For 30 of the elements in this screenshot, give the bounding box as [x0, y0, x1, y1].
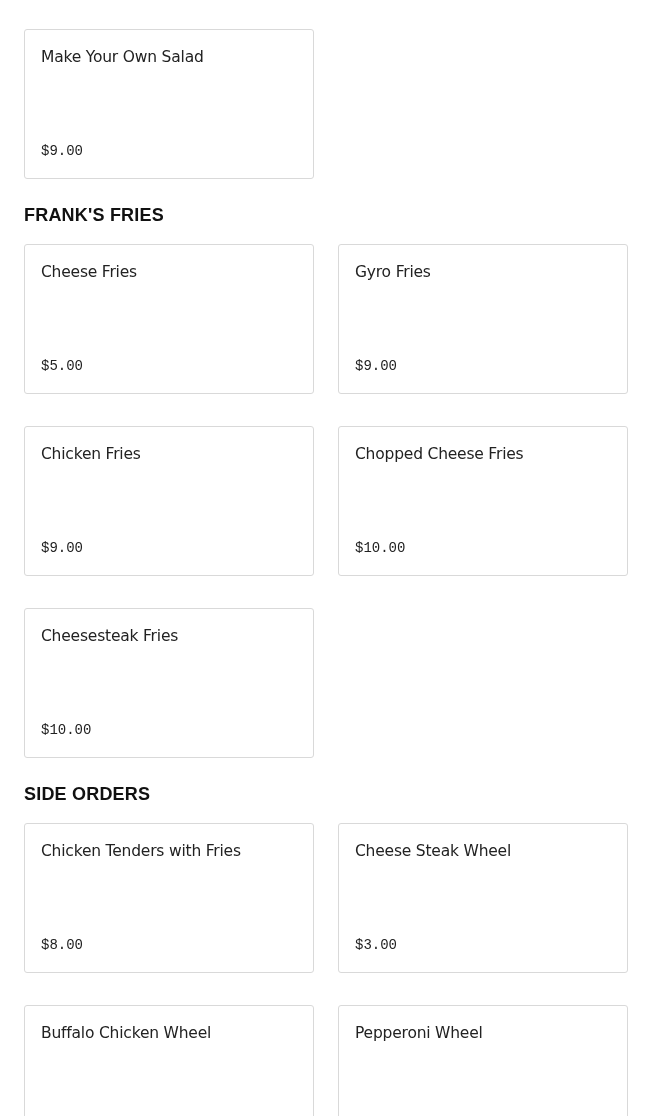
item-price: $10.00 — [41, 722, 93, 738]
menu-item-card[interactable]: Buffalo Chicken Wheel — [24, 1005, 314, 1116]
menu-item-card[interactable]: Make Your Own Salad $9.00 — [24, 29, 314, 179]
item-name: Pepperoni Wheel — [355, 1024, 484, 1042]
item-price: $3.00 — [355, 937, 398, 953]
menu-item-card[interactable]: Chicken Fries $9.00 — [24, 426, 314, 576]
item-price: $10.00 — [355, 540, 407, 556]
item-name: Chicken Tenders with Fries — [41, 842, 242, 860]
item-name: Chopped Cheese Fries — [355, 445, 525, 463]
item-name: Cheese Fries — [41, 263, 138, 281]
menu-item-card[interactable]: Cheese Fries $5.00 — [24, 244, 314, 394]
item-name: Chicken Fries — [41, 445, 142, 463]
menu-item-card[interactable]: Cheese Steak Wheel $3.00 — [338, 823, 628, 973]
item-price: $9.00 — [41, 540, 84, 556]
item-name: Cheesesteak Fries — [41, 627, 180, 645]
menu-item-card[interactable]: Cheesesteak Fries $10.00 — [24, 608, 314, 758]
item-price: $9.00 — [41, 143, 84, 159]
item-name: Gyro Fries — [355, 263, 432, 281]
section-heading: FRANK'S FRIES — [24, 205, 165, 226]
item-name: Cheese Steak Wheel — [355, 842, 513, 860]
item-price: $5.00 — [41, 358, 84, 374]
menu-item-card[interactable]: Pepperoni Wheel — [338, 1005, 628, 1116]
item-name: Make Your Own Salad — [41, 48, 205, 66]
menu-item-card[interactable]: Gyro Fries $9.00 — [338, 244, 628, 394]
item-price: $9.00 — [355, 358, 398, 374]
section-heading: SIDE ORDERS — [24, 784, 152, 805]
item-name: Buffalo Chicken Wheel — [41, 1024, 213, 1042]
item-price: $8.00 — [41, 937, 84, 953]
menu-item-card[interactable]: Chicken Tenders with Fries $8.00 — [24, 823, 314, 973]
menu-item-card[interactable]: Chopped Cheese Fries $10.00 — [338, 426, 628, 576]
